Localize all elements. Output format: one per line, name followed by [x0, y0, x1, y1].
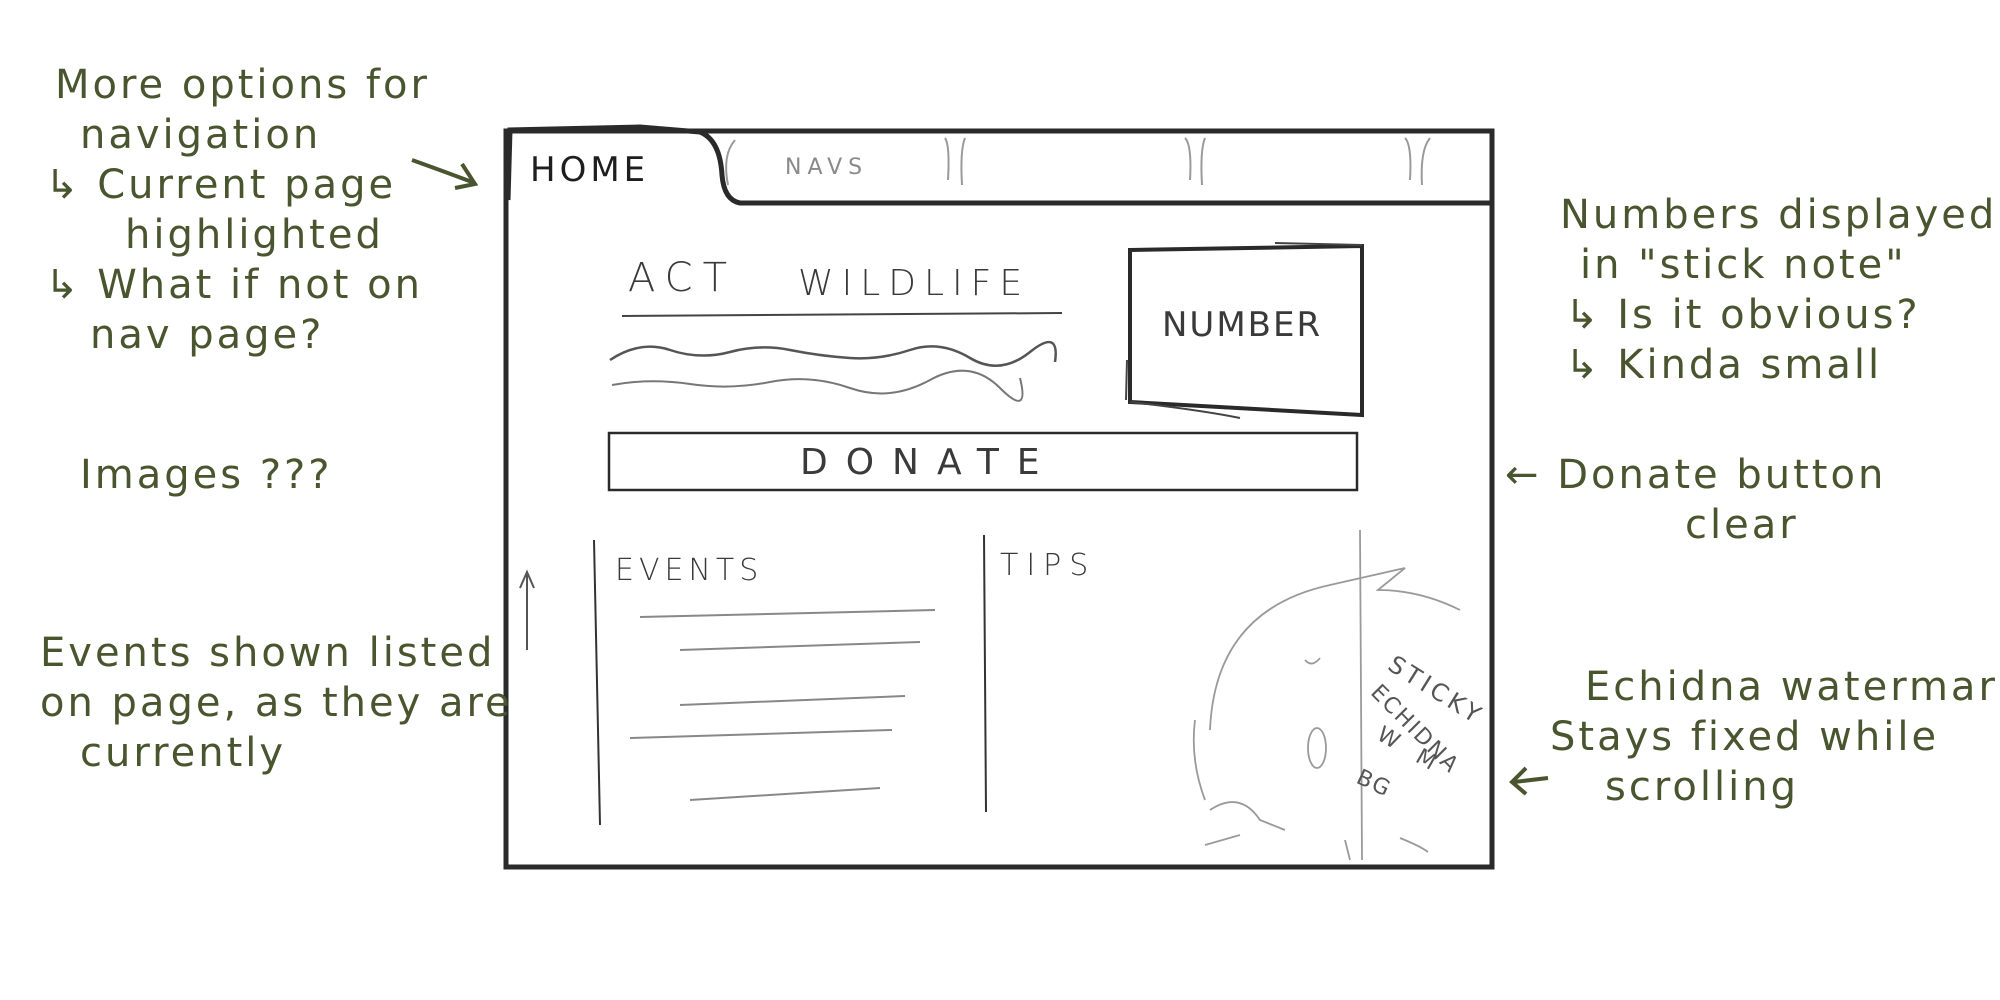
tab-home-outline — [505, 124, 1492, 206]
numbers-annotation-line: in "stick note" — [1580, 242, 1907, 288]
events-title: EVENTS — [615, 553, 764, 588]
nav-annotation-line: More options for — [55, 62, 430, 108]
donate-annotation-line: clear — [1685, 502, 1799, 548]
number-label: NUMBER — [1162, 305, 1323, 345]
events-annotation: Events shown listed on page, as they are… — [40, 628, 513, 778]
donate-annotation: ← Donate button clear — [1505, 450, 1886, 550]
tab-home[interactable]: HOME — [530, 150, 649, 190]
events-column-divider — [593, 539, 601, 826]
echidna-annotation-line: scrolling — [1605, 764, 1799, 810]
events-annotation-line: currently — [80, 730, 287, 776]
tab-navs[interactable]: NAVS — [785, 155, 868, 180]
page-frame — [503, 128, 1495, 870]
event-line — [639, 609, 936, 618]
numbers-annotation-line: Numbers displayed — [1560, 192, 1998, 238]
event-line — [629, 729, 893, 739]
numbers-annotation-line: ↳ Kinda small — [1565, 342, 1883, 388]
nav-tab-curl — [725, 139, 736, 186]
images-annotation: Images ??? — [80, 452, 333, 498]
numbers-annotation: Numbers displayed in "stick note" ↳ Is i… — [1560, 190, 1997, 390]
donate-button[interactable]: DONATE — [800, 442, 1058, 483]
tips-column-divider — [983, 534, 987, 813]
event-line — [679, 695, 906, 706]
site-heading-act: ACT — [628, 255, 738, 301]
nav-tab-divider — [1184, 137, 1206, 186]
nav-annotation-line: ↳ What if not on — [45, 262, 423, 308]
subtitle-scribble — [609, 340, 1057, 367]
numbers-annotation-line: ↳ Is it obvious? — [1565, 292, 1921, 338]
nav-tab-divider — [1404, 137, 1431, 186]
heading-underline — [621, 312, 1063, 317]
site-heading-wildlife: WILDLIFE — [798, 263, 1031, 304]
echidna-annotation-line: Stays fixed while — [1550, 714, 1940, 760]
echidna-annotation: Echidna watermark, Stays fixed while scr… — [1550, 662, 2000, 812]
echidna-note-arrow — [1513, 776, 1549, 784]
events-annotation-line: on page, as they are — [40, 680, 513, 726]
nav-annotation-line: navigation — [80, 112, 322, 158]
nav-annotation-line: nav page? — [90, 312, 325, 358]
event-line — [679, 641, 921, 651]
subtitle-scribble — [611, 369, 1024, 402]
nav-annotation: More options for navigation ↳ Current pa… — [45, 60, 430, 360]
nav-tab-divider — [944, 137, 966, 186]
events-annotation-line: Events shown listed — [40, 630, 496, 676]
nav-annotation-line: highlighted — [125, 212, 384, 258]
echidna-annotation-line: Echidna watermark, — [1585, 664, 2000, 710]
donate-annotation-line: ← Donate button — [1505, 452, 1887, 498]
nav-annotation-line: ↳ Current page — [45, 162, 397, 208]
tips-title: TIPS — [1000, 548, 1097, 583]
event-line — [689, 787, 881, 801]
